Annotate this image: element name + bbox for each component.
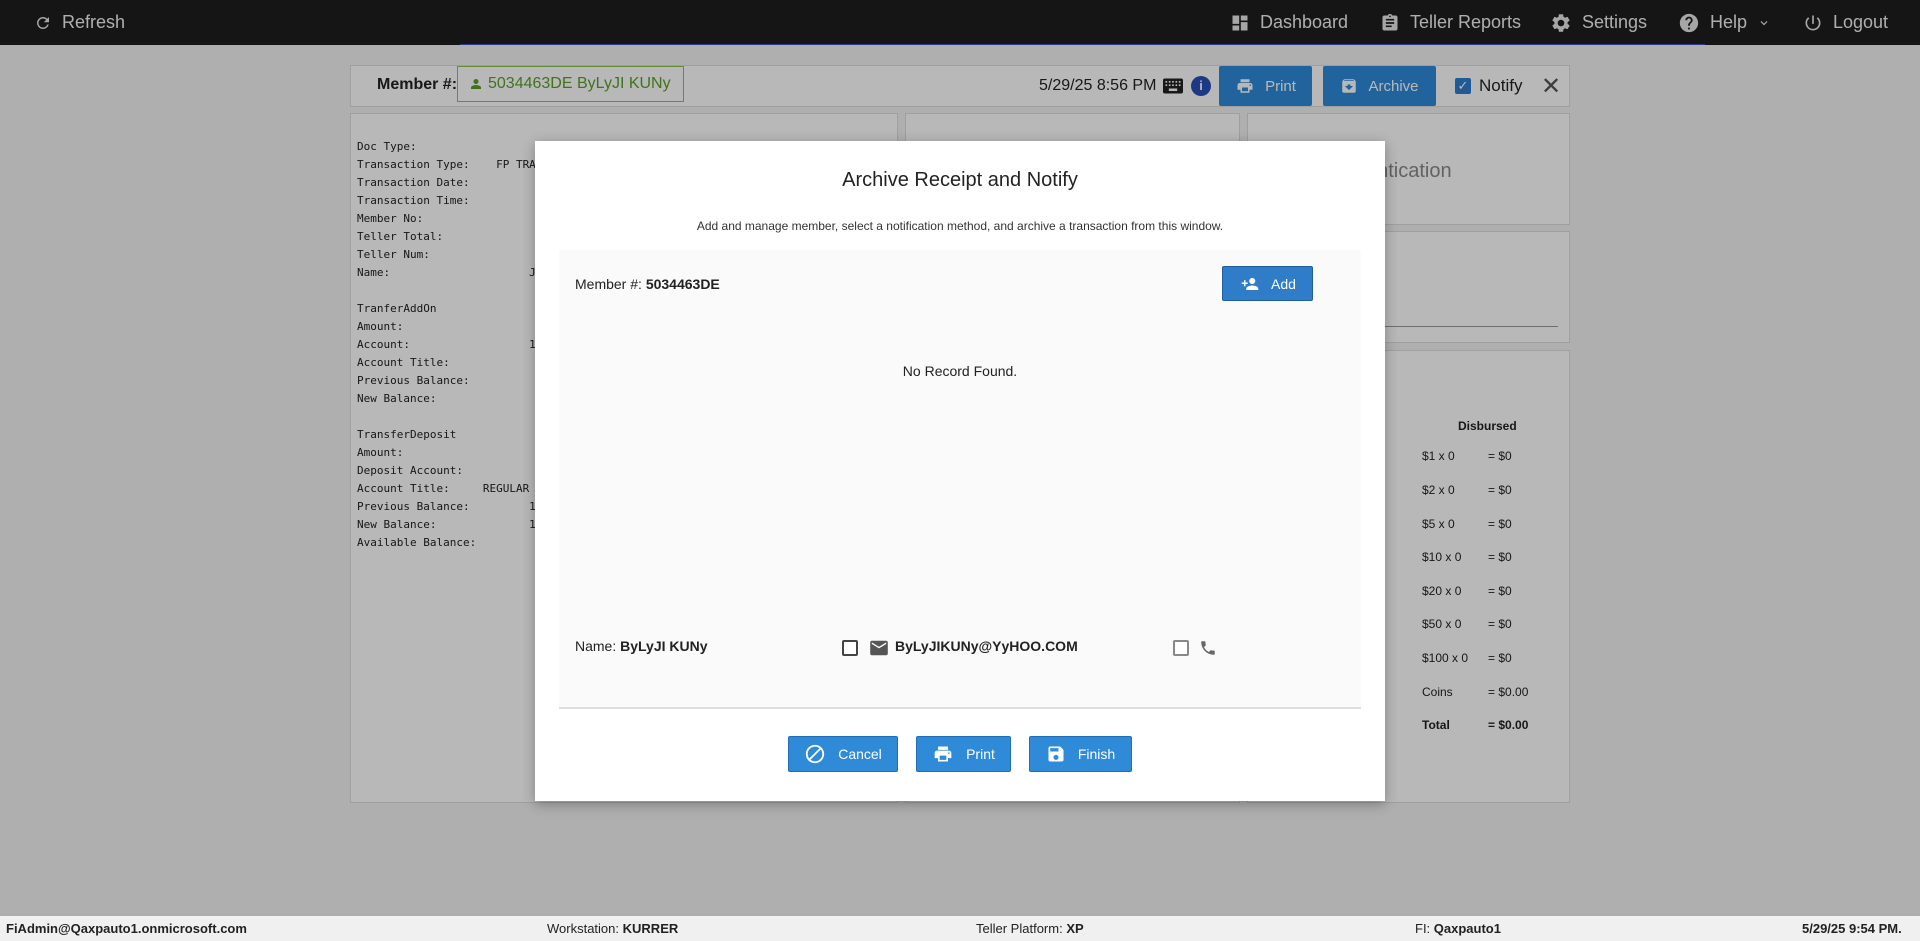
contact-name-label: Name: <box>575 638 617 654</box>
add-member-label: Add <box>1271 275 1296 292</box>
status-fi: FI: Qaxpauto1 <box>1415 921 1501 936</box>
status-workstation-value: KURRER <box>622 921 679 936</box>
cancel-icon <box>806 744 825 764</box>
cancel-button[interactable]: Cancel <box>788 736 898 772</box>
status-bar: FiAdmin@Qaxpauto1.onmicrosoft.com Workst… <box>0 916 1920 941</box>
add-person-icon <box>1241 277 1259 290</box>
empty-state-message: No Record Found. <box>902 363 1018 379</box>
contact-name: Name: ByLyJI KUNy <box>575 638 708 654</box>
dialog-title: Archive Receipt and Notify <box>842 169 1078 191</box>
status-datetime: 5/29/25 9:54 PM. <box>1802 921 1902 936</box>
status-fi-label: FI: <box>1415 921 1431 936</box>
cancel-label: Cancel <box>838 746 882 762</box>
status-fi-value: Qaxpauto1 <box>1433 921 1501 936</box>
member-number: Member #: 5034463DE <box>575 276 720 292</box>
printer-icon <box>934 746 952 762</box>
status-platform-label: Teller Platform: <box>976 921 1063 936</box>
add-member-button[interactable]: Add <box>1222 266 1313 301</box>
finish-label: Finish <box>1077 746 1116 762</box>
print-button[interactable]: Print <box>916 736 1011 772</box>
status-user: FiAdmin@Qaxpauto1.onmicrosoft.com <box>6 921 247 936</box>
archive-notify-dialog: Archive Receipt and Notify Add and manag… <box>535 141 1385 801</box>
phone-notify-checkbox[interactable] <box>1173 640 1189 656</box>
phone-icon <box>1201 641 1215 655</box>
contact-email: ByLyJIKUNy@YyHOO.COM <box>895 638 1078 654</box>
status-platform: Teller Platform: XP <box>976 921 1084 936</box>
print-label: Print <box>966 746 995 762</box>
finish-button[interactable]: Finish <box>1029 736 1132 772</box>
status-platform-value: XP <box>1066 921 1084 936</box>
contact-name-value: ByLyJI KUNy <box>620 638 708 654</box>
dialog-body: Member #: 5034463DE Add No Record Found.… <box>559 250 1361 709</box>
save-icon <box>1048 746 1064 762</box>
mail-icon <box>870 640 888 656</box>
member-number-value: 5034463DE <box>645 276 720 292</box>
email-notify-checkbox[interactable] <box>842 640 858 656</box>
member-number-label: Member #: <box>575 276 642 292</box>
status-workstation-label: Workstation: <box>547 921 620 936</box>
status-workstation: Workstation: KURRER <box>547 921 678 936</box>
dialog-subtitle: Add and manage member, select a notifica… <box>696 219 1224 233</box>
